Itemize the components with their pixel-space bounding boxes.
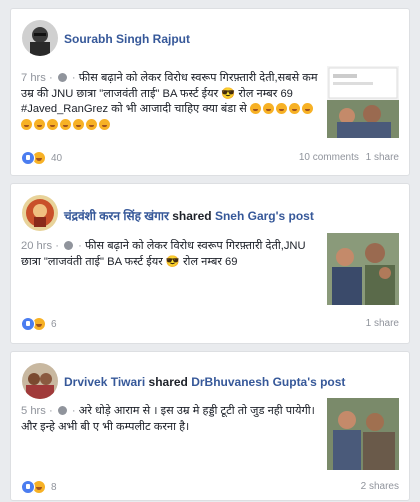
- globe-icon: [57, 406, 67, 415]
- feed-post: Drvivek Tiwari shared DrBhuvanesh Gupta'…: [10, 351, 410, 501]
- shared-label: shared: [148, 375, 188, 389]
- reaction-count: 6: [51, 318, 57, 330]
- timestamp[interactable]: 7 hrs: [21, 72, 46, 84]
- emoji-icon: [99, 118, 110, 130]
- emoji-icon: [34, 118, 45, 130]
- feed-post: Sourabh Singh Rajput 7 hrs · · फीस बढ़ान…: [10, 8, 410, 176]
- emoji-icon: [86, 118, 97, 130]
- author-name[interactable]: चंद्रवंशी करन सिंह खंगार: [64, 209, 169, 223]
- post-header: चंद्रवंशी करन सिंह खंगार shared Sneh Gar…: [64, 207, 314, 224]
- post-header: Drvivek Tiwari shared DrBhuvanesh Gupta'…: [64, 375, 345, 389]
- shares-link[interactable]: 1 share: [366, 318, 399, 329]
- reactions[interactable]: 40: [21, 151, 62, 165]
- shares-link[interactable]: 2 shares: [361, 481, 399, 492]
- avatar[interactable]: [22, 20, 58, 56]
- shares-link[interactable]: 1 share: [366, 152, 399, 163]
- emoji-icon: [47, 118, 58, 130]
- avatar[interactable]: [22, 195, 58, 231]
- post-thumbnail[interactable]: [327, 233, 399, 305]
- post-header: Sourabh Singh Rajput: [64, 32, 190, 46]
- author-name[interactable]: Sourabh Singh Rajput: [64, 32, 190, 46]
- emoji-icon: [21, 118, 32, 130]
- timestamp[interactable]: 20 hrs: [21, 240, 52, 252]
- emoji-icon: [249, 103, 261, 114]
- feed-post: चंद्रवंशी करन सिंह खंगार shared Sneh Gar…: [10, 183, 410, 344]
- post-thumbnail[interactable]: [327, 66, 399, 138]
- globe-icon: [57, 73, 67, 82]
- post-body: 20 hrs · · फीस बढ़ाने को लेकर विरोध स्वर…: [21, 240, 306, 268]
- globe-icon: [64, 241, 74, 250]
- emoji-icon: [301, 103, 313, 114]
- shared-label: shared: [172, 209, 212, 223]
- post-body: 5 hrs · · अरे धोड़े आराम से । इस उम्र मे…: [21, 405, 315, 433]
- post-thumbnail[interactable]: [327, 398, 399, 470]
- shared-post-link[interactable]: DrBhuvanesh Gupta's post: [191, 375, 345, 389]
- timestamp[interactable]: 5 hrs: [21, 405, 46, 417]
- emoji-icon: [262, 103, 274, 114]
- post-body: 7 hrs · · फीस बढ़ाने को लेकर विरोध स्वरू…: [21, 71, 326, 133]
- author-name[interactable]: Drvivek Tiwari: [64, 375, 145, 389]
- avatar[interactable]: [22, 363, 58, 399]
- emoji-icon: [275, 103, 287, 114]
- shared-post-link[interactable]: Sneh Garg's post: [215, 209, 314, 223]
- reactions[interactable]: 6: [21, 317, 57, 331]
- comments-link[interactable]: 10 comments: [299, 152, 359, 163]
- like-icon: [21, 317, 35, 331]
- emoji-icon: [288, 103, 300, 114]
- emoji-icon: [73, 118, 84, 130]
- like-icon: [21, 480, 35, 494]
- like-icon: [21, 151, 35, 165]
- reactions[interactable]: 8: [21, 480, 57, 494]
- emoji-icon: [60, 118, 71, 130]
- reaction-count: 8: [51, 481, 57, 493]
- reaction-count: 40: [51, 152, 63, 164]
